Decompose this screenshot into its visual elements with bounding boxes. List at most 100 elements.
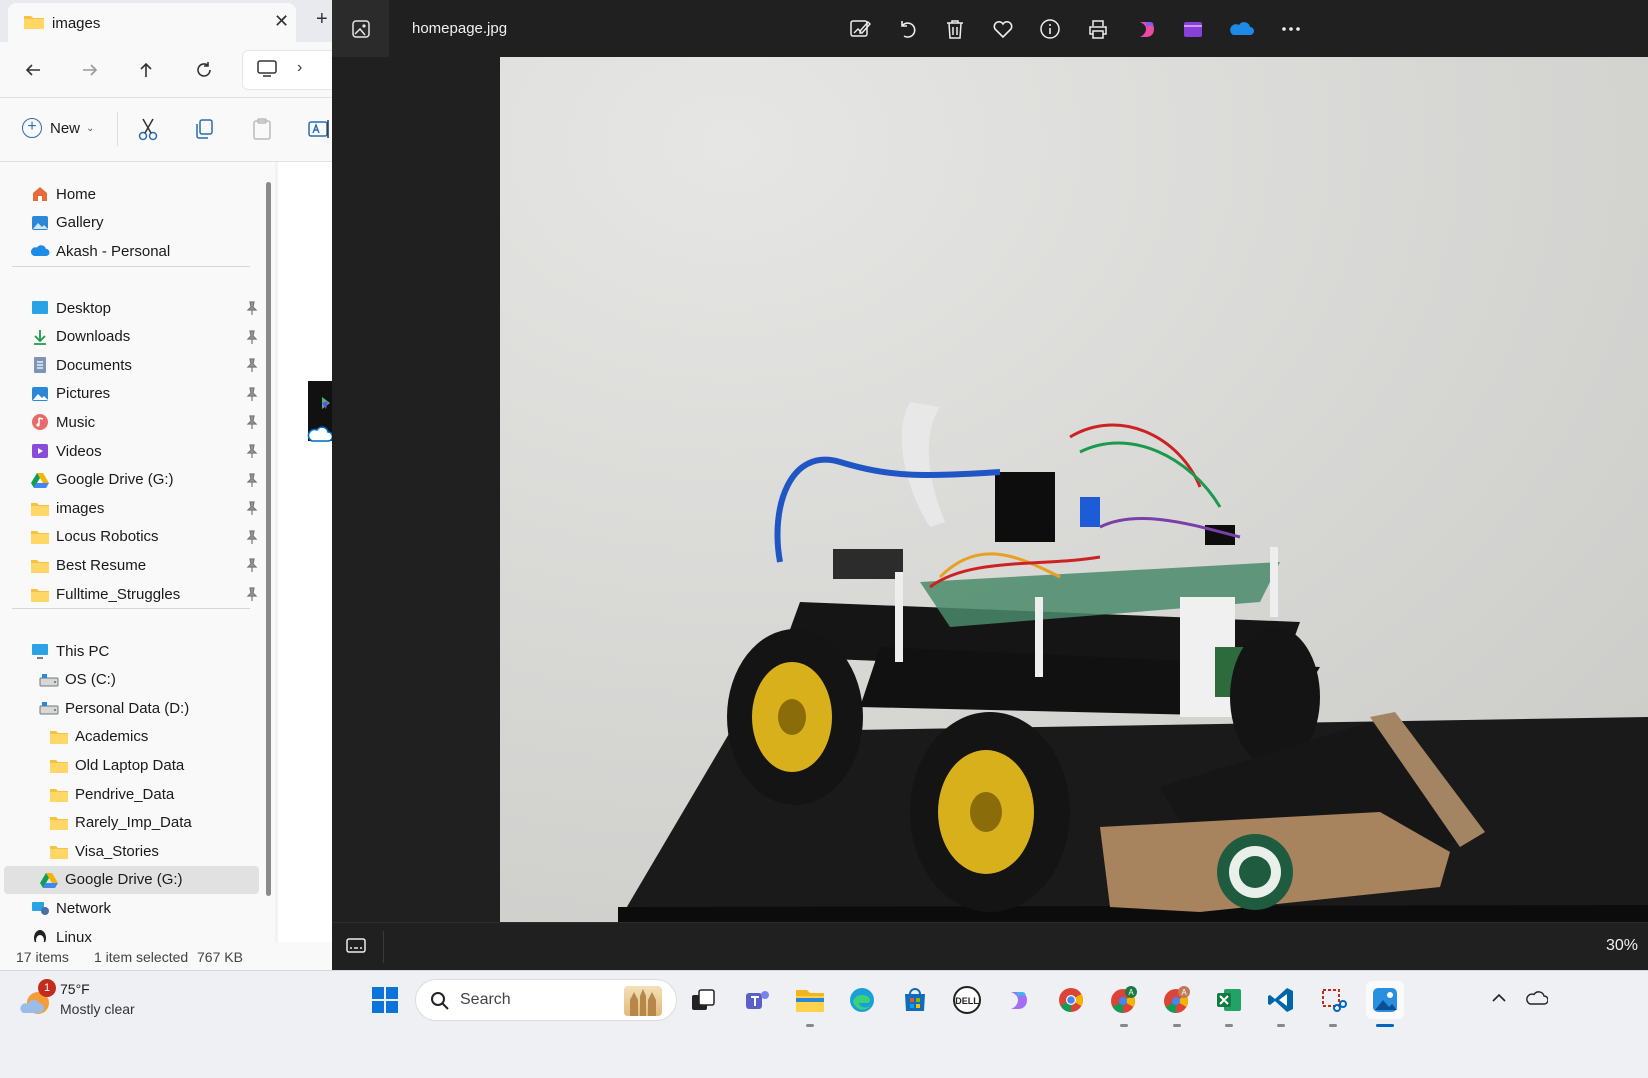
clipchamp-icon[interactable] [1180,16,1206,42]
chrome-icon[interactable] [1052,981,1090,1019]
dell-icon[interactable]: DELL [948,981,986,1019]
zoom-level[interactable]: 30% [1606,937,1638,955]
folder-icon [49,842,69,860]
start-icon[interactable] [366,981,404,1019]
breadcrumb-chevron-icon[interactable]: › [297,59,302,77]
nav-item-pendrive-data[interactable]: Pendrive_Data [0,780,262,808]
nav-item-desktop[interactable]: Desktop [0,294,262,322]
nav-item-rarely-imp-data[interactable]: Rarely_Imp_Data [0,809,262,837]
pin-icon[interactable] [246,358,258,373]
copilot-icon[interactable] [1000,981,1038,1019]
nav-item-this-pc[interactable]: This PC [0,637,262,665]
filmstrip-icon[interactable] [346,937,366,955]
info-icon[interactable] [1037,16,1063,42]
nav-item-personal-data-d[interactable]: Personal Data (D:) [0,694,262,722]
photo-canvas[interactable] [500,57,1648,922]
chevron-up-icon[interactable] [1490,989,1508,1007]
chrome-profile-icon[interactable]: A [1158,981,1196,1027]
pin-icon[interactable] [246,329,258,344]
excel-icon[interactable] [1210,981,1248,1027]
favorite-icon[interactable] [990,16,1016,42]
nav-item-network[interactable]: Network [0,894,262,922]
vscode-icon[interactable] [1262,981,1300,1027]
pin-icon[interactable] [246,587,258,601]
back-arrow-icon[interactable] [19,56,47,84]
nav-item-visa-stories[interactable]: Visa_Stories [0,837,262,865]
nav-item-gallery[interactable]: Gallery [0,209,262,237]
pin-icon[interactable] [246,501,258,516]
copilot-icon[interactable] [1134,16,1160,42]
taskbar: 1 75°F Mostly clear Search DELL A A [0,970,1648,1078]
nav-item-label: Documents [56,356,132,374]
store-icon[interactable] [896,981,934,1019]
nav-item-music[interactable]: Music [0,408,262,436]
nav-item-akash-personal[interactable]: Akash - Personal [0,237,262,265]
forward-arrow-icon[interactable] [76,56,104,84]
snipping-tool-icon[interactable] [1314,981,1352,1027]
nav-item-os-c[interactable]: OS (C:) [0,666,262,694]
weather-widget[interactable]: 1 75°F Mostly clear [20,979,180,1025]
nav-divider [12,608,250,609]
pin-icon[interactable] [246,387,258,401]
edge-icon[interactable] [843,981,881,1019]
nav-item-label: Akash - Personal [56,242,171,260]
photos-app-icon[interactable] [332,0,389,57]
copy-icon[interactable] [192,116,218,142]
onedrive-icon[interactable] [1228,16,1254,42]
pin-icon[interactable] [246,558,258,573]
wheel-back [727,629,863,805]
running-indicator [1225,1024,1233,1027]
photos-icon[interactable] [1366,981,1404,1027]
nav-item-label: Academics [75,728,149,746]
teams-icon[interactable] [738,981,776,1019]
new-tab-icon[interactable]: + [316,8,328,31]
print-icon[interactable] [1085,16,1111,42]
weather-temperature: 75°F [60,981,90,997]
rename-icon[interactable] [306,116,332,142]
nav-item-label: Rarely_Imp_Data [75,814,192,832]
more-options-icon[interactable] [1278,16,1304,42]
task-view-icon[interactable] [684,981,722,1019]
nav-item-google-drive-g[interactable]: Google Drive (G:) [0,466,262,494]
chrome-profile-a-icon[interactable]: A [1105,981,1143,1027]
nav-item-google-drive-g[interactable]: Google Drive (G:) [4,865,259,894]
nav-item-academics[interactable]: Academics [0,723,262,751]
refresh-icon[interactable] [190,56,218,84]
nav-item-home[interactable]: Home [0,180,262,208]
file-explorer-icon[interactable] [791,981,829,1027]
running-indicator [1329,1024,1337,1027]
cut-icon[interactable] [135,116,161,142]
home-icon [30,185,50,203]
pin-icon[interactable] [246,530,258,544]
delete-icon[interactable] [942,16,968,42]
svg-text:A: A [1128,988,1134,997]
nav-item-label: images [56,499,105,517]
tab-images[interactable]: images ✕ [8,3,296,43]
nav-item-fulltime-struggles[interactable]: Fulltime_Struggles [0,580,262,608]
rotate-icon[interactable] [895,16,921,42]
nav-item-downloads[interactable]: Downloads [0,323,262,351]
taskbar-search[interactable]: Search [415,979,677,1021]
pin-icon[interactable] [246,415,258,430]
pin-icon[interactable] [246,472,258,487]
pin-icon[interactable] [246,301,258,315]
nav-item-old-laptop-data[interactable]: Old Laptop Data [0,751,262,779]
nav-item-images[interactable]: images [0,494,262,522]
new-button[interactable]: + New ⌄ [22,118,94,138]
nav-item-locus-robotics[interactable]: Locus Robotics [0,523,262,551]
nav-item-best-resume[interactable]: Best Resume [0,551,262,579]
nav-item-videos[interactable]: Videos [0,437,262,465]
edit-image-icon[interactable] [847,16,873,42]
pin-icon[interactable] [246,444,258,458]
command-bar: + New ⌄ [0,98,332,162]
nav-item-pictures[interactable]: Pictures [0,380,262,408]
up-arrow-icon[interactable] [132,56,160,84]
folder-icon [30,585,50,603]
nav-scrollbar[interactable] [266,182,271,896]
onedrive-tray-icon[interactable] [1526,989,1548,1007]
nav-item-label: Old Laptop Data [75,756,185,774]
nav-item-documents[interactable]: Documents [0,351,262,379]
close-tab-icon[interactable]: ✕ [274,11,289,32]
address-bar[interactable]: › [242,50,332,90]
paste-icon[interactable] [249,116,275,142]
